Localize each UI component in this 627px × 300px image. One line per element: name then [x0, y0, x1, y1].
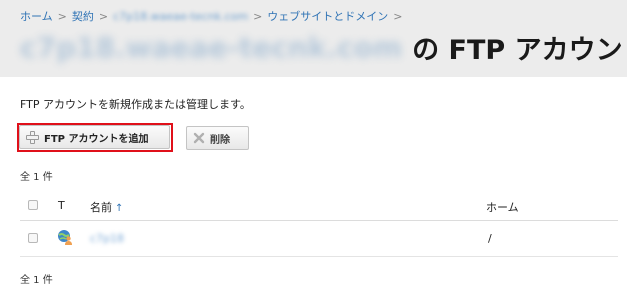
breadcrumb: ホーム > 契約 > c7p18.waeae-tecnk.com > ウェブサイ… [20, 8, 408, 24]
table-divider [20, 256, 618, 257]
breadcrumb-separator: > [57, 9, 67, 23]
breadcrumb-websites-domains[interactable]: ウェブサイトとドメイン [267, 8, 388, 24]
breadcrumb-subscriptions[interactable]: 契約 [72, 8, 94, 24]
sort-ascending-icon: ↑ [115, 203, 124, 214]
plus-icon [26, 130, 39, 144]
table-header: T 名前 ↑ ホーム [20, 195, 618, 219]
column-header-name[interactable]: 名前 ↑ [90, 199, 123, 215]
page-header: ホーム > 契約 > c7p18.waeae-tecnk.com > ウェブサイ… [0, 0, 627, 77]
delete-x-icon [193, 132, 205, 144]
column-header-type[interactable]: T [58, 199, 65, 212]
item-count-footer: 全 1 件 [20, 275, 53, 286]
select-all-checkbox[interactable] [28, 200, 38, 210]
item-count: 全 1 件 [20, 172, 53, 183]
delete-label: 削除 [210, 134, 230, 146]
page: ホーム > 契約 > c7p18.waeae-tecnk.com > ウェブサイ… [0, 0, 627, 300]
delete-button[interactable]: 削除 [186, 126, 249, 150]
breadcrumb-separator: > [253, 9, 263, 23]
breadcrumb-separator: > [98, 9, 109, 23]
ftp-account-home: / [488, 232, 492, 245]
ftp-account-name-link[interactable]: c7p18 [90, 232, 124, 245]
row-checkbox[interactable] [28, 233, 38, 243]
breadcrumb-domain[interactable]: c7p18.waeae-tecnk.com [113, 10, 248, 23]
page-title-domain: c7p18.waeae-tecnk.com [20, 31, 403, 64]
page-description: FTP アカウントを新規作成または管理します。 [20, 98, 251, 111]
table-divider [20, 220, 618, 221]
table-row: c7p18 / [20, 224, 618, 252]
column-header-name-label: 名前 [90, 201, 112, 214]
breadcrumb-separator: > [393, 9, 403, 23]
page-title: c7p18.waeae-tecnk.com の FTP アカウント [20, 28, 627, 67]
add-ftp-account-button[interactable]: FTP アカウントを追加 [19, 125, 170, 149]
ftp-user-icon [57, 229, 73, 248]
breadcrumb-home[interactable]: ホーム [20, 8, 53, 24]
add-ftp-account-label: FTP アカウントを追加 [44, 133, 149, 145]
column-header-home[interactable]: ホーム [486, 199, 519, 215]
page-title-text: の FTP アカウント [412, 35, 627, 66]
